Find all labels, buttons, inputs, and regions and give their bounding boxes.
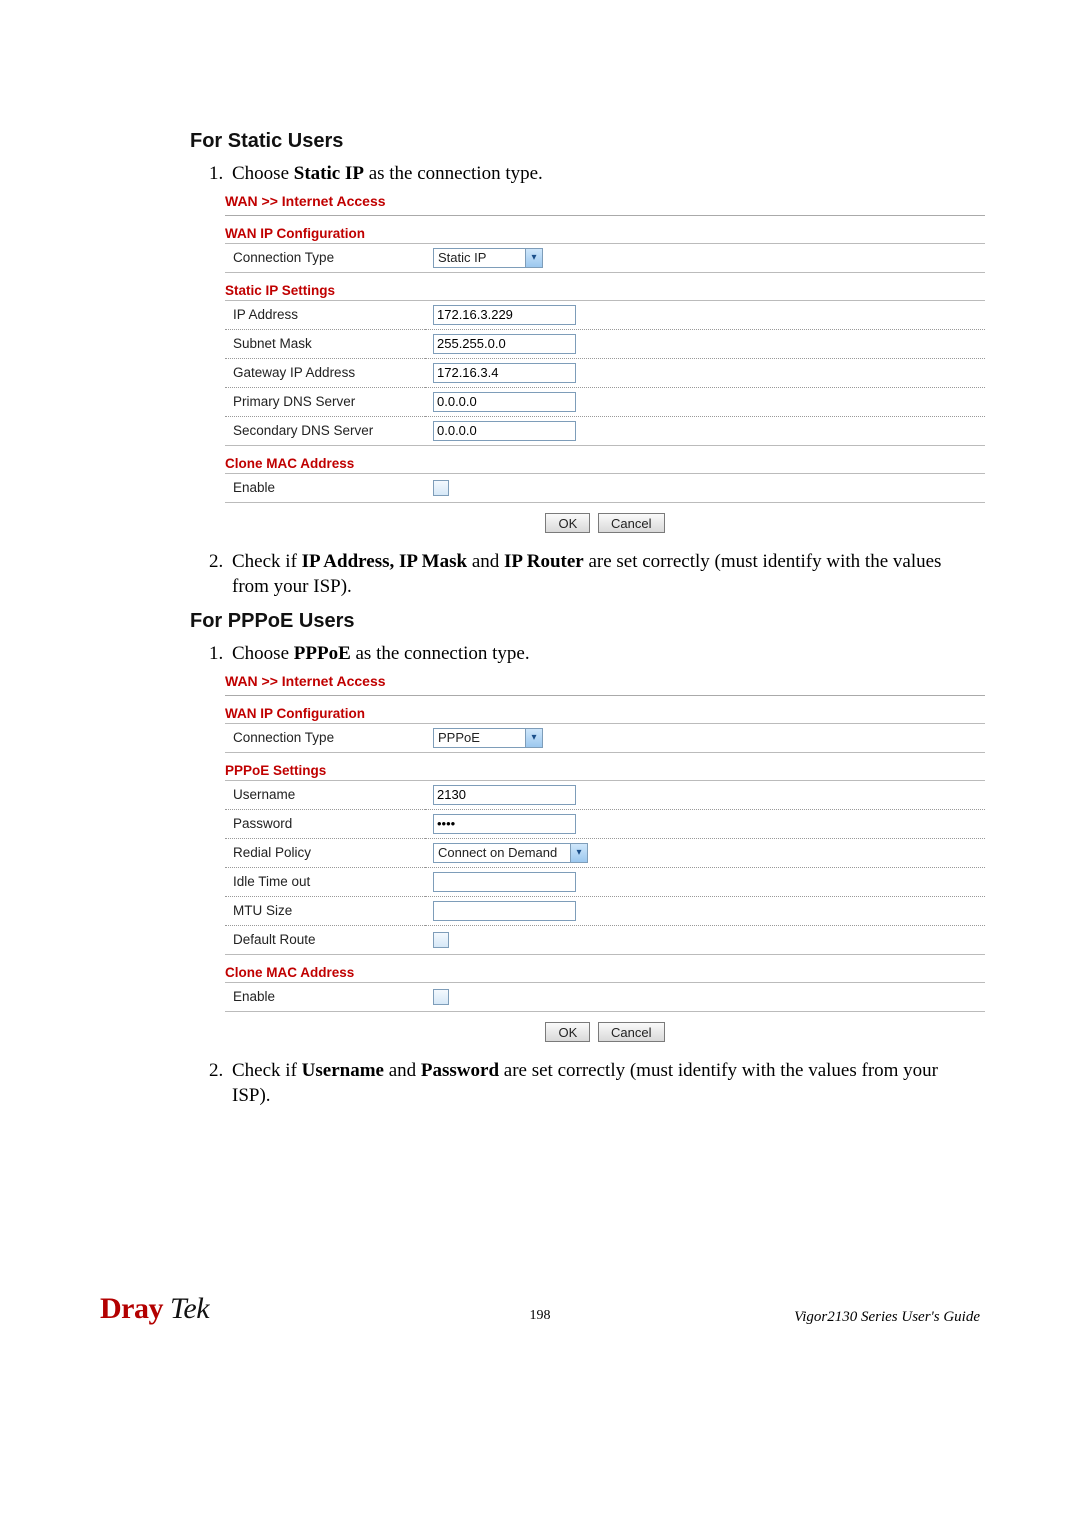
label-secondary-dns: Secondary DNS Server [225, 416, 425, 445]
label-password: Password [225, 809, 425, 838]
chevron-down-icon: ▾ [525, 249, 542, 267]
label-ip-address: IP Address [225, 300, 425, 329]
chevron-down-icon: ▾ [570, 844, 587, 862]
brand-tek: Tek [163, 1292, 209, 1325]
idle-timeout-input[interactable] [433, 872, 576, 892]
connection-type-select[interactable]: Static IP ▾ [433, 248, 543, 268]
section-title-static-ip: Static IP Settings [225, 283, 985, 298]
label-mtu-size: MTU Size [225, 896, 425, 925]
divider [225, 695, 985, 696]
page-number: 198 [530, 1308, 551, 1324]
label-idle-timeout: Idle Time out [225, 867, 425, 896]
label-enable: Enable [225, 982, 425, 1011]
label-gateway-ip: Gateway IP Address [225, 358, 425, 387]
select-value: Connect on Demand [438, 845, 557, 860]
username-input[interactable] [433, 785, 576, 805]
text: Check if [232, 551, 302, 572]
cancel-button[interactable]: Cancel [598, 1022, 664, 1042]
text: and [384, 1060, 421, 1081]
ok-button[interactable]: OK [545, 513, 590, 533]
breadcrumb: WAN >> Internet Access [225, 193, 985, 209]
clone-mac-enable-checkbox[interactable] [433, 989, 449, 1005]
screenshot-pppoe: WAN >> Internet Access WAN IP Configurat… [225, 673, 985, 1042]
brand-dray: Dray [100, 1292, 163, 1325]
label-connection-type: Connection Type [225, 723, 425, 752]
static-step-2: Check if IP Address, IP Mask and IP Rout… [228, 549, 980, 600]
text-bold: IP Address, IP Mask [302, 551, 467, 572]
table-clone-mac: Enable [225, 982, 985, 1012]
cancel-button[interactable]: Cancel [598, 513, 664, 533]
table-pppoe-settings: Username Password Redial Policy Connect … [225, 780, 985, 955]
heading-static-users: For Static Users [190, 130, 980, 153]
text: and [467, 551, 504, 572]
section-title-pppoe-settings: PPPoE Settings [225, 763, 985, 778]
text: Check if [232, 1060, 302, 1081]
subnet-mask-input[interactable] [433, 334, 576, 354]
divider [225, 215, 985, 216]
table-connection-type: Connection Type Static IP ▾ [225, 243, 985, 273]
ok-button[interactable]: OK [545, 1022, 590, 1042]
clone-mac-enable-checkbox[interactable] [433, 480, 449, 496]
secondary-dns-input[interactable] [433, 421, 576, 441]
select-value: PPPoE [438, 730, 480, 745]
brand-logo: Dray Tek [100, 1292, 209, 1326]
heading-pppoe-users: For PPPoE Users [190, 610, 980, 633]
pppoe-step-2: Check if Username and Password are set c… [228, 1058, 980, 1109]
text-bold: PPPoE [294, 643, 351, 664]
gateway-ip-input[interactable] [433, 363, 576, 383]
static-step-1: Choose Static IP as the connection type. [228, 161, 980, 187]
default-route-checkbox[interactable] [433, 932, 449, 948]
pppoe-step-1: Choose PPPoE as the connection type. [228, 641, 980, 667]
table-connection-type: Connection Type PPPoE ▾ [225, 723, 985, 753]
redial-policy-select[interactable]: Connect on Demand ▾ [433, 843, 588, 863]
password-input[interactable] [433, 814, 576, 834]
section-title-wan-ip: WAN IP Configuration [225, 706, 985, 721]
section-title-clone-mac: Clone MAC Address [225, 965, 985, 980]
table-clone-mac: Enable [225, 473, 985, 503]
section-title-wan-ip: WAN IP Configuration [225, 226, 985, 241]
page-footer: Dray Tek 198 Vigor2130 Series User's Gui… [0, 1292, 1080, 1326]
label-username: Username [225, 780, 425, 809]
select-value: Static IP [438, 250, 486, 265]
label-connection-type: Connection Type [225, 243, 425, 272]
ip-address-input[interactable] [433, 305, 576, 325]
section-title-clone-mac: Clone MAC Address [225, 456, 985, 471]
chevron-down-icon: ▾ [525, 729, 542, 747]
label-default-route: Default Route [225, 925, 425, 954]
connection-type-select[interactable]: PPPoE ▾ [433, 728, 543, 748]
text: as the connection type. [351, 643, 530, 664]
label-redial-policy: Redial Policy [225, 838, 425, 867]
text: Choose [232, 163, 294, 184]
label-subnet-mask: Subnet Mask [225, 329, 425, 358]
screenshot-static-ip: WAN >> Internet Access WAN IP Configurat… [225, 193, 985, 533]
table-static-ip-settings: IP Address Subnet Mask Gateway IP Addres… [225, 300, 985, 446]
text: Choose [232, 643, 294, 664]
label-primary-dns: Primary DNS Server [225, 387, 425, 416]
label-enable: Enable [225, 473, 425, 502]
text-bold: Static IP [294, 163, 364, 184]
text-bold: IP Router [504, 551, 584, 572]
text-bold: Password [421, 1060, 499, 1081]
breadcrumb: WAN >> Internet Access [225, 673, 985, 689]
primary-dns-input[interactable] [433, 392, 576, 412]
mtu-size-input[interactable] [433, 901, 576, 921]
guide-title: Vigor2130 Series User's Guide [794, 1309, 980, 1326]
text-bold: Username [302, 1060, 384, 1081]
text: as the connection type. [364, 163, 543, 184]
